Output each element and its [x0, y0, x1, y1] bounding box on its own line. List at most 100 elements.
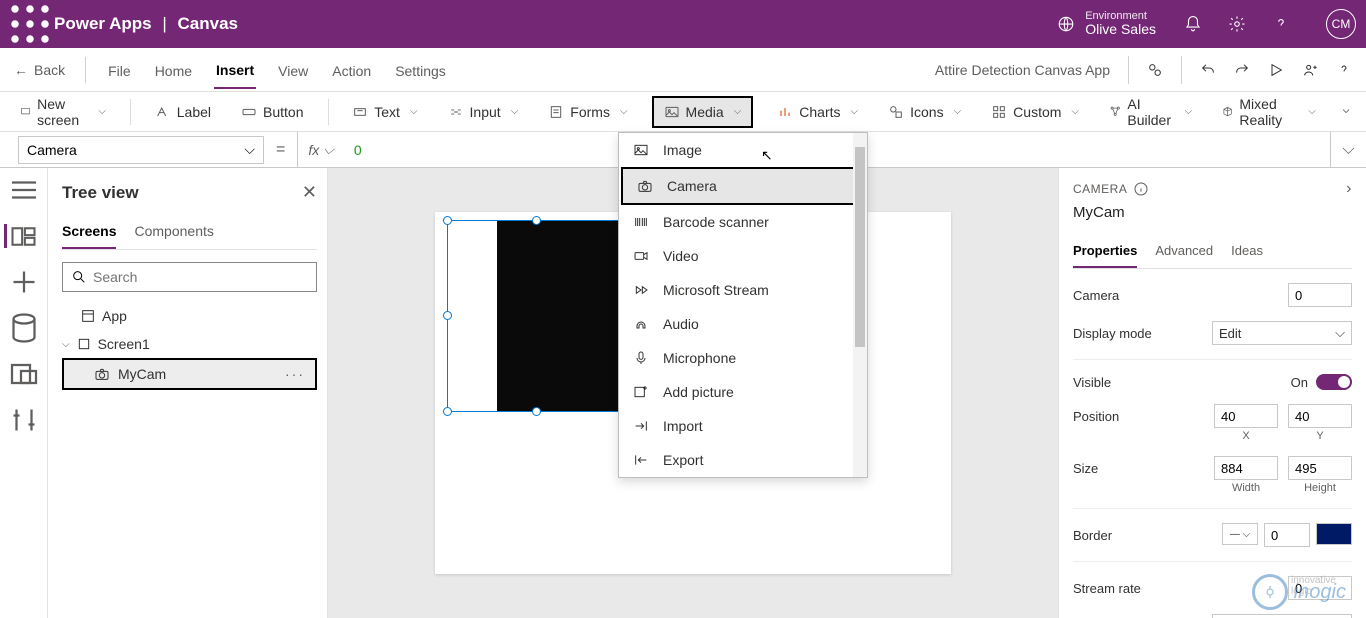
menu-home[interactable]: Home: [153, 51, 194, 88]
tab-properties[interactable]: Properties: [1073, 235, 1137, 268]
prop-border-style[interactable]: — ⌵: [1222, 523, 1258, 545]
formula-expand-button[interactable]: ⌵: [1330, 132, 1366, 168]
input-dropdown[interactable]: Input: [442, 100, 525, 124]
divider: [1073, 508, 1352, 509]
prop-border-weight[interactable]: [1264, 523, 1310, 547]
camera-icon: [637, 178, 653, 194]
divider: [85, 57, 86, 83]
custom-dropdown[interactable]: Custom: [985, 100, 1085, 124]
media-item-camera[interactable]: Camera ↖: [621, 167, 865, 205]
new-screen-button[interactable]: New screen: [14, 92, 112, 132]
rail-advanced-tools[interactable]: [6, 408, 42, 432]
icons-dropdown[interactable]: Icons: [882, 100, 967, 124]
environment-picker[interactable]: Environment Olive Sales: [1057, 10, 1156, 37]
info-icon[interactable]: [1133, 181, 1149, 197]
menu-action[interactable]: Action: [330, 51, 373, 88]
tab-advanced[interactable]: Advanced: [1155, 235, 1213, 268]
menu-settings[interactable]: Settings: [393, 51, 448, 88]
user-avatar[interactable]: CM: [1326, 9, 1356, 39]
settings-gear-icon[interactable]: [1228, 15, 1246, 33]
chevron-down-icon[interactable]: ⌵: [323, 141, 334, 158]
media-item-image[interactable]: Image: [619, 133, 867, 167]
tree-search[interactable]: [62, 262, 317, 292]
input-icon: [448, 104, 464, 120]
prop-camera-input[interactable]: [1288, 283, 1352, 307]
resize-handle-nw[interactable]: [443, 216, 452, 225]
divider: [328, 99, 329, 125]
share-icon[interactable]: [1302, 62, 1318, 78]
media-item-barcode[interactable]: Barcode scanner: [619, 205, 867, 239]
image-icon: [633, 142, 649, 158]
prop-border-color[interactable]: [1316, 523, 1352, 545]
divider: [1128, 56, 1129, 84]
rail-hamburger[interactable]: [6, 178, 42, 202]
tree-item-app[interactable]: App: [62, 302, 317, 330]
back-button[interactable]: ← Back: [14, 62, 65, 78]
redo-icon[interactable]: [1234, 62, 1250, 78]
prop-size-width[interactable]: [1214, 456, 1278, 480]
button-icon: [241, 104, 257, 120]
tree-item-screen1[interactable]: ⌵ Screen1: [62, 330, 317, 358]
media-dropdown[interactable]: Media: [652, 96, 754, 128]
media-item-add-picture[interactable]: Add picture: [619, 375, 867, 409]
more-menu-button[interactable]: ···: [285, 366, 305, 382]
prop-position-y[interactable]: [1288, 404, 1352, 428]
prop-tooltip-input[interactable]: [1212, 614, 1352, 618]
camera-control-selection[interactable]: [447, 220, 627, 412]
app-launcher-button[interactable]: [10, 0, 50, 48]
media-item-export[interactable]: Export: [619, 443, 867, 477]
prop-visible-toggle[interactable]: [1316, 374, 1352, 390]
mixed-reality-dropdown[interactable]: Mixed Reality: [1216, 92, 1322, 132]
prop-tooltip: Tooltip: [1073, 614, 1352, 618]
media-item-microphone[interactable]: Microphone: [619, 341, 867, 375]
app-checker-icon[interactable]: [1147, 62, 1163, 78]
resize-handle-s[interactable]: [532, 407, 541, 416]
property-selector[interactable]: Camera ⌵: [18, 136, 264, 164]
chevron-right-icon[interactable]: ›: [1346, 180, 1352, 198]
charts-dropdown[interactable]: Charts: [771, 100, 864, 124]
notifications-icon[interactable]: [1184, 15, 1202, 33]
media-item-stream[interactable]: Microsoft Stream: [619, 273, 867, 307]
tree-search-input[interactable]: [93, 269, 308, 285]
resize-handle-w[interactable]: [443, 311, 452, 320]
rail-insert[interactable]: [6, 270, 42, 294]
media-item-video[interactable]: Video: [619, 239, 867, 273]
ai-builder-dropdown[interactable]: AI Builder: [1103, 92, 1198, 132]
tab-screens[interactable]: Screens: [62, 213, 116, 249]
menu-insert[interactable]: Insert: [214, 50, 256, 89]
prop-size-height[interactable]: [1288, 456, 1352, 480]
button-control-button[interactable]: Button: [235, 100, 309, 124]
close-icon[interactable]: ✕: [302, 182, 317, 203]
resize-handle-sw[interactable]: [443, 407, 452, 416]
media-item-audio[interactable]: Audio: [619, 307, 867, 341]
undo-icon[interactable]: [1200, 62, 1216, 78]
help-icon[interactable]: [1272, 15, 1290, 33]
rail-tree-view[interactable]: [4, 224, 40, 248]
scrollbar-thumb[interactable]: [855, 147, 865, 347]
tree-item-mycam[interactable]: MyCam ···: [62, 358, 317, 390]
play-preview-icon[interactable]: [1268, 62, 1284, 78]
menu-file[interactable]: File: [106, 51, 133, 88]
divider: [1073, 561, 1352, 562]
prop-position-x[interactable]: [1214, 404, 1278, 428]
help-icon[interactable]: [1336, 62, 1352, 78]
rail-media[interactable]: [6, 362, 42, 386]
tree-tabs: Screens Components: [62, 213, 317, 250]
prop-display-mode-select[interactable]: Edit ⌵: [1212, 321, 1352, 345]
menu-view[interactable]: View: [276, 51, 310, 88]
forms-dropdown[interactable]: Forms: [542, 100, 633, 124]
tab-components[interactable]: Components: [134, 213, 213, 249]
chevron-down-icon: ⌵: [1335, 325, 1345, 341]
dropdown-scrollbar[interactable]: [853, 133, 867, 477]
divider: [1073, 359, 1352, 360]
tab-ideas[interactable]: Ideas: [1231, 235, 1263, 268]
chevron-down-icon: ⌵: [244, 141, 255, 158]
label-button[interactable]: Label: [149, 100, 217, 124]
media-item-import[interactable]: Import: [619, 409, 867, 443]
chevron-down-icon: ⌵: [62, 339, 70, 350]
resize-handle-n[interactable]: [532, 216, 541, 225]
expand-chevron-icon[interactable]: [1340, 104, 1352, 120]
rail-data[interactable]: [6, 316, 42, 340]
prop-stream-rate-input[interactable]: [1288, 576, 1352, 600]
text-dropdown[interactable]: Text: [346, 100, 423, 124]
